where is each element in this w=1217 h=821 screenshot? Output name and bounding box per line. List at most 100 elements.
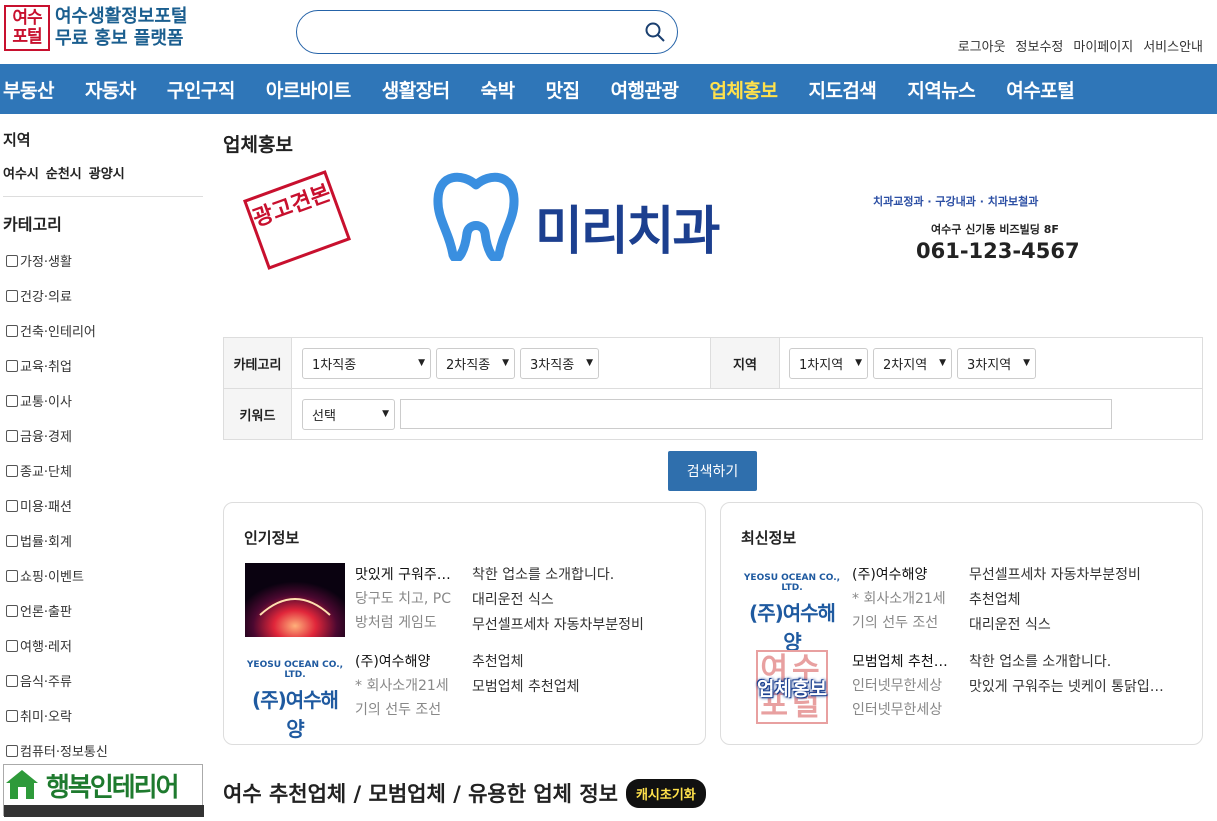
category-item[interactable]: 쇼핑·이벤트 [6,558,205,593]
latest-link[interactable]: 무선셀프세차 자동차부분정비 [969,563,1141,588]
keyword-input[interactable] [400,399,1112,429]
category-item[interactable]: 가정·생활 [6,243,205,278]
latest-link[interactable]: 맛있게 구워주는 넷케이 통닭입… [969,675,1184,700]
category-checkbox[interactable] [6,429,18,442]
category-checkbox[interactable] [6,499,18,512]
category-item[interactable]: 언론·출판 [6,593,205,628]
category-item[interactable]: 미용·패션 [6,488,205,523]
nav-item-realestate[interactable]: 부동산 [3,76,54,103]
keyword-type-select[interactable]: 선택 ▼ [302,398,395,430]
popular-links: 추천업체 모범업체 추천업체 [472,650,580,700]
logo-mark: 여수 포털 [4,5,50,51]
nav-item-map-search[interactable]: 지도검색 [808,76,876,103]
popular-link[interactable]: 착한 업소를 소개합니다. [472,563,644,588]
category3-select[interactable]: 3차직종 ▼ [520,347,599,379]
cache-reset-button[interactable]: 캐시초기화 [625,778,706,808]
service-info-link[interactable]: 서비스안내 [1143,36,1203,55]
category-checkbox[interactable] [6,639,18,652]
category2-value: 2차직종 [446,357,491,373]
category-checkbox[interactable] [6,744,18,757]
category-item[interactable]: 법률·회계 [6,523,205,558]
category-label: 가정·생활 [20,255,72,270]
category-label: 쇼핑·이벤트 [20,570,84,585]
sidebar-ad-banner[interactable]: 행복인테리어 [3,764,204,817]
latest-item-desc: 인터넷무한세상 [852,678,943,694]
nav-item-parttime[interactable]: 아르바이트 [266,76,351,103]
search-input[interactable] [296,10,678,54]
popular-link[interactable]: 모범업체 추천업체 [472,675,580,700]
category-checkbox[interactable] [6,569,18,582]
nav-item-market[interactable]: 생활장터 [382,76,450,103]
nav-item-yeosu-portal[interactable]: 여수포털 [1006,76,1074,103]
nav-item-lodging[interactable]: 숙박 [481,76,515,103]
nav-item-jobs[interactable]: 구인구직 [167,76,235,103]
category-item[interactable]: 건축·인테리어 [6,313,205,348]
category-checkbox[interactable] [6,604,18,617]
category-item[interactable]: 종교·단체 [6,453,205,488]
popular-link[interactable]: 무선셀프세차 자동차부분정비 [472,613,644,638]
region2-value: 2차지역 [883,357,928,373]
nav-item-local-news[interactable]: 지역뉴스 [907,76,975,103]
nav-item-car[interactable]: 자동차 [85,76,136,103]
category-checkbox[interactable] [6,254,18,267]
edit-profile-link[interactable]: 정보수정 [1016,36,1064,55]
chevron-down-icon: ▼ [855,358,862,368]
latest-link[interactable]: 대리운전 식스 [969,613,1141,638]
latest-card: 최신정보 YEOSU OCEAN CO., LTD. (주)여수해양 (주)여수… [720,502,1203,745]
mypage-link[interactable]: 마이페이지 [1073,36,1133,55]
region1-select[interactable]: 1차지역 ▼ [789,347,868,379]
popular-item-thumbnail[interactable] [245,563,345,637]
category-item[interactable]: 교통·이사 [6,383,205,418]
popular-item[interactable]: (주)여수해양 * 회사소개21세 기의 선두 조선 [355,650,459,722]
region3-select[interactable]: 3차지역 ▼ [957,347,1036,379]
header: 여수 포털 여수생활정보포털 무료 홍보 플랫폼 로그아웃 정보수정 마이페이지… [0,0,1217,64]
search-button[interactable]: 검색하기 [668,451,757,491]
nav-item-business-promo[interactable]: 업체홍보 [710,76,778,103]
category-checkbox[interactable] [6,534,18,547]
region-suncheon[interactable]: 순천시 [46,163,82,182]
ad-banner[interactable]: 광고견본 미리치과 치과교정과 · 구강내과 · 치과보철과 여수구 신기동 비… [223,163,1203,333]
latest-link[interactable]: 추천업체 [969,588,1141,613]
sidebar-divider [3,196,203,197]
section-title: 여수 추천업체 / 모범업체 / 유용한 업체 정보 캐시초기화 [223,778,706,808]
category-checkbox[interactable] [6,289,18,302]
latest-item[interactable]: 모범업체 추천… 인터넷무한세상 인터넷무한세상 [852,650,956,722]
logout-link[interactable]: 로그아웃 [958,36,1006,55]
category-checkbox[interactable] [6,359,18,372]
category-item[interactable]: 취미·오락 [6,698,205,733]
latest-item-thumbnail[interactable]: YEOSU OCEAN CO., LTD. (주)여수해양 [742,563,842,654]
category-checkbox[interactable] [6,324,18,337]
category-checkbox[interactable] [6,464,18,477]
latest-item[interactable]: (주)여수해양 * 회사소개21세 기의 선두 조선 [852,563,956,635]
nav-item-restaurants[interactable]: 맛집 [546,76,580,103]
popular-item-thumbnail[interactable]: YEOSU OCEAN CO., LTD. (주)여수해양 [245,650,345,741]
category-item[interactable]: 음식·주류 [6,663,205,698]
popular-link[interactable]: 추천업체 [472,650,580,675]
category-checkbox[interactable] [6,394,18,407]
popular-item[interactable]: 맛있게 구워주… 당구도 치고, PC 방처럼 게임도 [355,563,459,635]
category-item[interactable]: 건강·의료 [6,278,205,313]
region-label: 지역 [710,338,780,388]
category-label: 건축·인테리어 [20,325,96,340]
category3-value: 3차직종 [530,357,575,373]
thumb-ko-text: (주)여수해양 [749,601,836,654]
category-item[interactable]: 컴퓨터·정보통신 [6,733,205,768]
category-item[interactable]: 금융·경제 [6,418,205,453]
region-gwangyang[interactable]: 광양시 [89,163,125,182]
category1-select[interactable]: 1차직종 ▼ [302,347,431,379]
category-item[interactable]: 교육·취업 [6,348,205,383]
latest-item-thumbnail[interactable]: 여수포털 업체홍보 [742,650,842,724]
latest-link[interactable]: 착한 업소를 소개합니다. [969,650,1184,675]
category-checkbox[interactable] [6,709,18,722]
region-yeosu[interactable]: 여수시 [3,163,39,182]
popular-link[interactable]: 대리운전 식스 [472,588,644,613]
category-checkbox[interactable] [6,674,18,687]
category-item[interactable]: 여행·레저 [6,628,205,663]
site-logo[interactable]: 여수 포털 여수생활정보포털 무료 홍보 플랫폼 [4,5,187,51]
search-icon[interactable] [645,22,665,42]
nav-item-tourism[interactable]: 여행관광 [611,76,679,103]
popular-item-title: 맛있게 구워주… [355,567,451,583]
region2-select[interactable]: 2차지역 ▼ [873,347,952,379]
category2-select[interactable]: 2차직종 ▼ [436,347,515,379]
category-label: 교통·이사 [20,395,72,410]
